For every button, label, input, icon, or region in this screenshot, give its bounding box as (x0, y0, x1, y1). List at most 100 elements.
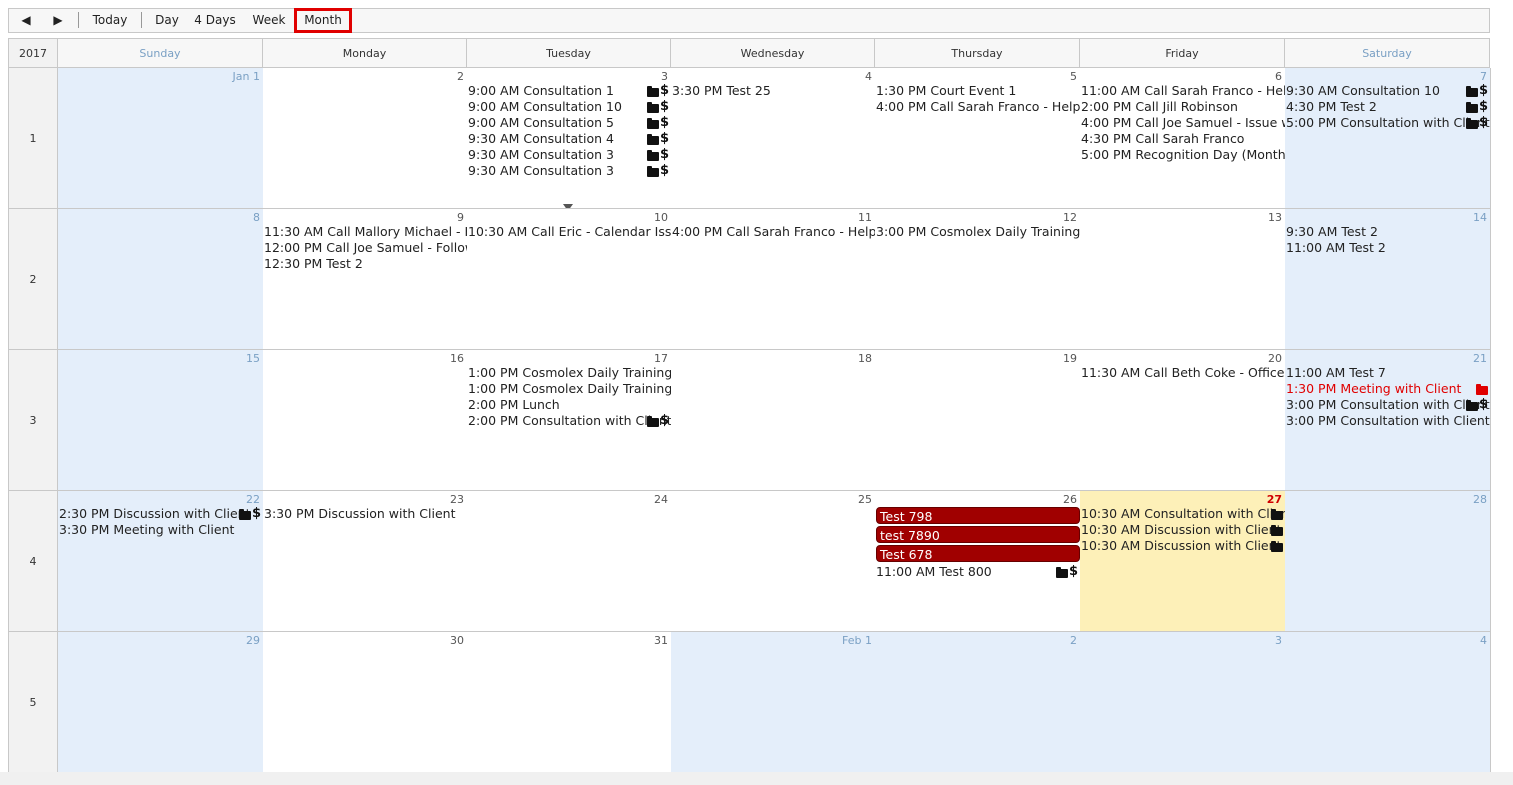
dollar-icon[interactable]: $ (1479, 115, 1488, 131)
day-cell[interactable]: 27 10:30 AM Consultation with Client 10:30… (1080, 491, 1286, 632)
dollar-icon[interactable]: $ (1069, 564, 1078, 580)
day-number[interactable]: 22 (246, 493, 260, 506)
day-cell[interactable]: Feb 1 (671, 632, 876, 773)
day-number[interactable]: 19 (1063, 352, 1077, 365)
day-number[interactable]: 4 (865, 70, 872, 83)
four-days-view-button[interactable]: 4 Days (192, 9, 238, 32)
day-number[interactable]: 27 (1267, 493, 1282, 506)
day-number[interactable]: 3 (661, 70, 668, 83)
day-cell[interactable]: 4 (1285, 632, 1491, 773)
day-cell[interactable]: 4 3:30 PM Test 25 (671, 68, 876, 209)
folder-icon[interactable] (238, 508, 251, 520)
day-cell[interactable]: 28 (1285, 491, 1491, 632)
calendar-event[interactable]: 11:30 AM Call Beth Coke - Office365 (1081, 365, 1285, 381)
day-number[interactable]: 8 (253, 211, 260, 224)
calendar-event[interactable]: 1:30 PM Court Event 1 (876, 83, 1080, 99)
folder-icon[interactable] (646, 85, 659, 97)
day-cell[interactable]: 2 (263, 68, 468, 209)
dollar-icon[interactable]: $ (660, 99, 669, 115)
calendar-event[interactable]: 9:00 AM Consultation 10 $ (468, 99, 671, 115)
folder-icon[interactable] (646, 165, 659, 177)
all-day-event-bar[interactable]: Test 678 (876, 545, 1080, 562)
day-cell[interactable]: 9 11:30 AM Call Mallory Michael - He 12:00… (263, 209, 468, 350)
folder-icon[interactable] (1271, 508, 1283, 520)
next-button[interactable]: ▶ (47, 9, 69, 32)
folder-icon[interactable] (1271, 524, 1283, 536)
calendar-event[interactable]: 1:30 PM Meeting with Client (1286, 381, 1490, 397)
dollar-icon[interactable]: $ (660, 413, 669, 429)
day-number[interactable]: 16 (450, 352, 464, 365)
day-cell[interactable]: 15 (58, 350, 264, 491)
day-number[interactable]: 28 (1473, 493, 1487, 506)
calendar-event[interactable]: 3:00 PM Consultation with Client (1286, 413, 1490, 429)
day-cell[interactable]: 31 (467, 632, 672, 773)
folder-icon[interactable] (646, 133, 659, 145)
calendar-event[interactable]: 4:00 PM Call Sarah Franco - Help w (876, 99, 1080, 115)
day-cell[interactable]: 21 11:00 AM Test 7 1:30 PM Meeting with Cl… (1285, 350, 1491, 491)
week-number[interactable]: 3 (9, 350, 58, 491)
week-number[interactable]: 1 (9, 68, 58, 209)
dollar-icon[interactable]: $ (660, 83, 669, 99)
day-number[interactable]: 12 (1063, 211, 1077, 224)
calendar-event[interactable]: 4:30 PM Test 2 $ (1286, 99, 1490, 115)
day-cell[interactable]: 14 9:30 AM Test 2 11:00 AM Test 2 (1285, 209, 1491, 350)
calendar-event[interactable]: 1:00 PM Cosmolex Daily Training (468, 381, 671, 397)
week-number[interactable]: 5 (9, 632, 58, 773)
day-cell[interactable]: 3 9:00 AM Consultation 1 $9:00 AM Consulta… (467, 68, 672, 209)
day-cell[interactable]: 18 (671, 350, 876, 491)
calendar-event[interactable]: 12:30 PM Test 2 (264, 256, 467, 272)
calendar-event[interactable]: 2:00 PM Lunch (468, 397, 671, 413)
day-cell[interactable]: 25 (671, 491, 876, 632)
day-number[interactable]: 30 (450, 634, 464, 647)
calendar-event[interactable]: 9:30 AM Consultation 10 $ (1286, 83, 1490, 99)
calendar-event[interactable]: 3:00 PM Consultation with Client $ (1286, 397, 1490, 413)
calendar-event[interactable]: 11:30 AM Call Mallory Michael - He (264, 224, 467, 240)
day-cell[interactable]: 8 (58, 209, 264, 350)
day-cell[interactable]: 30 (263, 632, 468, 773)
day-number[interactable]: 11 (858, 211, 872, 224)
calendar-event[interactable]: 9:00 AM Consultation 5 $ (468, 115, 671, 131)
day-number[interactable]: 14 (1473, 211, 1487, 224)
day-cell[interactable]: 26 Test 798 test 7890 Test 678 11:00 AM Test… (875, 491, 1081, 632)
calendar-event[interactable]: 9:30 AM Consultation 3 $ (468, 147, 671, 163)
day-number[interactable]: 2 (1070, 634, 1077, 647)
day-number[interactable]: 29 (246, 634, 260, 647)
day-cell[interactable]: 2011:30 AM Call Beth Coke - Office365 (1080, 350, 1286, 491)
dollar-icon[interactable]: $ (660, 131, 669, 147)
day-number[interactable]: 26 (1063, 493, 1077, 506)
dollar-icon[interactable]: $ (252, 506, 261, 522)
day-cell[interactable]: 611:00 AM Call Sarah Franco - Help w2:00… (1080, 68, 1286, 209)
calendar-event[interactable]: 1:00 PM Cosmolex Daily Training (468, 365, 671, 381)
day-cell[interactable]: 12 3:00 PM Cosmolex Daily Training (875, 209, 1081, 350)
calendar-event[interactable]: 2:30 PM Discussion with Client $ (59, 506, 263, 522)
folder-icon[interactable] (646, 101, 659, 113)
calendar-event[interactable]: 4:00 PM Call Sarah Franco - Help w (672, 224, 875, 240)
calendar-event[interactable]: 9:30 AM Consultation 3 $ (468, 163, 671, 179)
day-number[interactable]: 20 (1268, 352, 1282, 365)
day-number[interactable]: 21 (1473, 352, 1487, 365)
day-cell[interactable]: 24 (467, 491, 672, 632)
folder-icon[interactable] (646, 117, 659, 129)
day-cell[interactable]: 29 (58, 632, 264, 773)
calendar-event[interactable]: 11:00 AM Test 7 (1286, 365, 1490, 381)
prev-button[interactable]: ◀ (15, 9, 37, 32)
calendar-event[interactable]: 5:00 PM Recognition Day (Monthly) (1081, 147, 1285, 163)
folder-icon[interactable] (1465, 101, 1478, 113)
day-cell[interactable]: 2 (875, 632, 1081, 773)
calendar-event[interactable]: 3:30 PM Meeting with Client (59, 522, 263, 538)
day-number[interactable]: Feb 1 (842, 634, 872, 647)
week-number[interactable]: 2 (9, 209, 58, 350)
day-cell[interactable]: 10 10:30 AM Call Eric - Calendar Issue (467, 209, 672, 350)
calendar-event[interactable]: 3:00 PM Cosmolex Daily Training (876, 224, 1080, 240)
folder-icon[interactable] (1465, 399, 1478, 411)
calendar-event[interactable]: 10:30 AM Discussion with Client (1081, 522, 1285, 538)
day-cell[interactable]: 11 4:00 PM Call Sarah Franco - Help w (671, 209, 876, 350)
day-number[interactable]: 7 (1480, 70, 1487, 83)
dollar-icon[interactable]: $ (1479, 397, 1488, 413)
day-number[interactable]: 18 (858, 352, 872, 365)
day-number[interactable]: 3 (1275, 634, 1282, 647)
dollar-icon[interactable]: $ (660, 147, 669, 163)
calendar-event[interactable]: 10:30 AM Consultation with Client (1081, 506, 1285, 522)
day-number[interactable]: 15 (246, 352, 260, 365)
all-day-event-bar[interactable]: Test 798 (876, 507, 1080, 524)
